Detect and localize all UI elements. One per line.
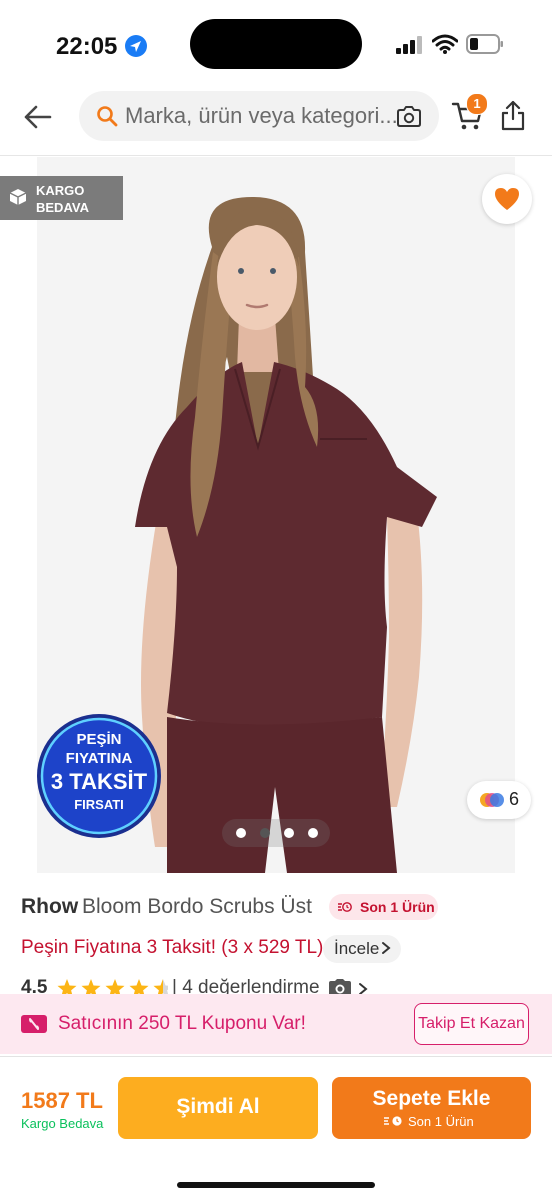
box-icon — [9, 189, 27, 205]
free-shipping-label: KARGO BEDAVA — [36, 182, 89, 216]
free-shipping-line1: KARGO — [36, 183, 85, 198]
installment-offer: Peşin Fiyatına 3 Taksit! (3 x 529 TL) — [21, 937, 324, 958]
installment-details-label: İncele — [334, 939, 380, 958]
stock-badge: Son 1 Ürün — [329, 894, 438, 920]
seller-coupon-text: Satıcının 250 TL Kuponu Var! — [58, 1013, 306, 1034]
cart-count-badge: 1 — [466, 93, 488, 115]
promo-line4: FIRSATI — [74, 797, 124, 812]
pagination-dot[interactable] — [284, 828, 294, 838]
color-options-button[interactable]: 6 — [467, 781, 531, 819]
cellular-signal-icon — [396, 36, 422, 54]
color-swatch-icon — [480, 793, 504, 807]
pagination-dot[interactable] — [236, 828, 246, 838]
product-brand[interactable]: Rhow — [21, 895, 78, 919]
dynamic-island — [190, 19, 362, 69]
favorite-button[interactable] — [482, 174, 532, 224]
add-to-cart-label: Sepete Ekle — [372, 1087, 491, 1110]
product-price: 1587 TL — [21, 1088, 103, 1113]
add-to-cart-stock-label: Son 1 Ürün — [408, 1114, 474, 1129]
wifi-icon — [432, 34, 458, 54]
coupon-icon — [21, 1015, 47, 1033]
battery-icon — [466, 34, 503, 54]
follow-earn-label: Takip Et Kazan — [418, 1015, 525, 1032]
buy-now-button[interactable]: Şimdi Al — [118, 1077, 318, 1139]
price-shipping-note: Kargo Bedava — [21, 1116, 104, 1131]
stock-label: Son 1 Ürün — [360, 899, 435, 915]
back-arrow-icon[interactable] — [18, 98, 56, 136]
search-icon — [97, 106, 118, 127]
image-pagination[interactable] — [222, 819, 330, 847]
color-count-label: 6 — [509, 789, 520, 809]
status-time: 22:05 — [56, 33, 118, 60]
promo-line2: FIYATINA — [66, 750, 133, 767]
follow-earn-button[interactable]: Takip Et Kazan — [414, 1003, 529, 1045]
chevron-right-icon — [382, 942, 391, 954]
pagination-dot[interactable] — [260, 828, 270, 838]
camera-search-icon[interactable] — [396, 105, 422, 129]
buy-now-label: Şimdi Al — [176, 1095, 260, 1118]
add-to-cart-button[interactable]: Sepete Ekle Son 1 Ürün — [332, 1077, 531, 1139]
home-indicator — [177, 1182, 375, 1188]
installment-promo-badge: PEŞİN FIYATINA 3 TAKSİT FIRSATI — [37, 714, 161, 838]
pagination-dot[interactable] — [308, 828, 318, 838]
installment-details-button[interactable]: İncele — [323, 935, 401, 963]
promo-line1: PEŞİN — [76, 731, 121, 748]
clock-icon — [384, 1116, 402, 1126]
bottom-bar-divider — [0, 1056, 552, 1057]
free-shipping-line2: BEDAVA — [36, 200, 89, 215]
header-divider — [0, 155, 552, 156]
product-name: Bloom Bordo Scrubs Üst — [82, 895, 312, 918]
share-icon[interactable] — [500, 99, 526, 131]
clock-icon — [338, 902, 352, 912]
location-arrow-icon — [125, 35, 147, 57]
search-input[interactable]: Marka, ürün veya kategori... — [125, 103, 398, 129]
promo-line3: 3 TAKSİT — [51, 769, 148, 794]
heart-icon — [495, 188, 519, 210]
